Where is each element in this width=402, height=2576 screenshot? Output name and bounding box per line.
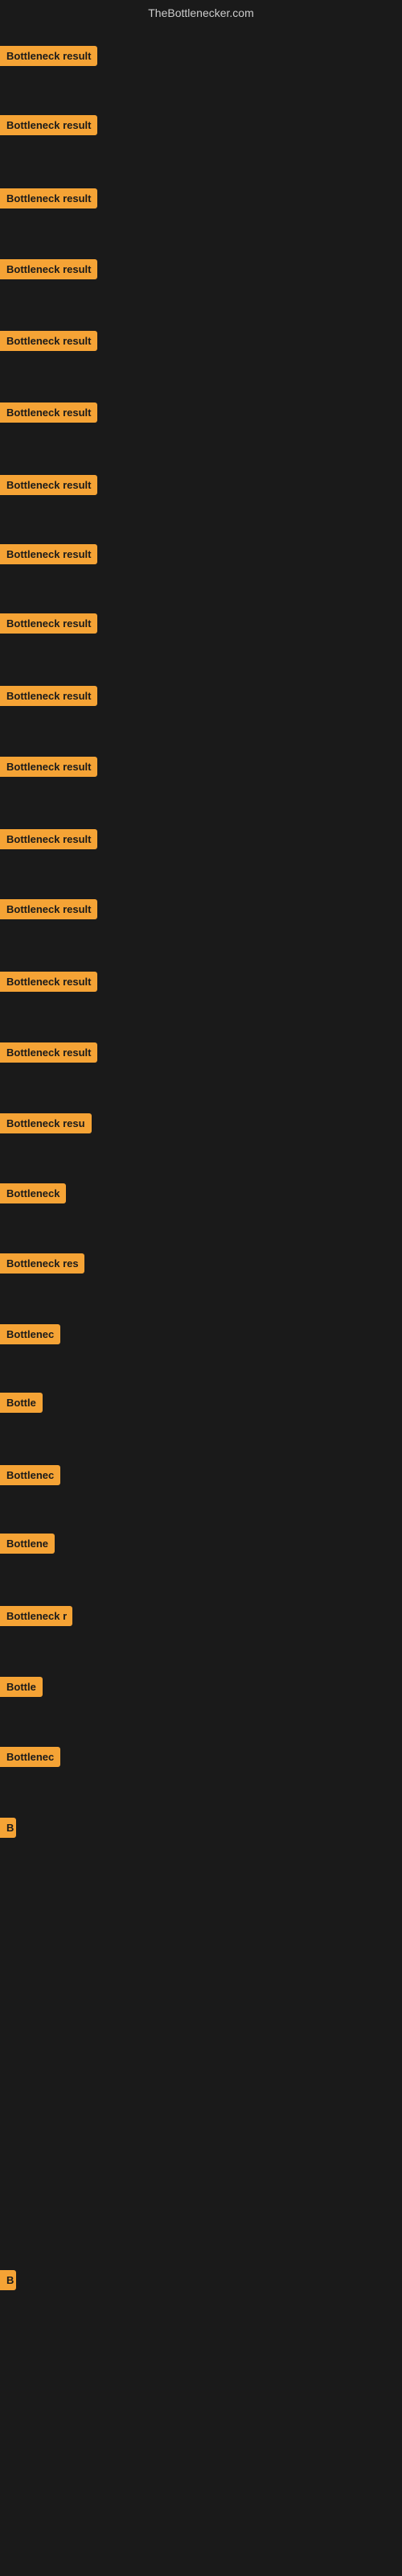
bottleneck-label-20: Bottle — [0, 1393, 43, 1413]
bottleneck-label-10: Bottleneck result — [0, 686, 97, 706]
bottleneck-label-23: Bottleneck r — [0, 1606, 72, 1626]
bottleneck-label-13: Bottleneck result — [0, 899, 97, 919]
bottleneck-label-9: Bottleneck result — [0, 613, 97, 634]
bottleneck-label-12: Bottleneck result — [0, 829, 97, 849]
bottleneck-label-16: Bottleneck resu — [0, 1113, 92, 1133]
bottleneck-label-29: B — [0, 2270, 16, 2290]
bottleneck-label-15: Bottleneck result — [0, 1042, 97, 1063]
bottleneck-label-7: Bottleneck result — [0, 475, 97, 495]
bottleneck-label-2: Bottleneck result — [0, 115, 97, 135]
bottleneck-label-21: Bottlenec — [0, 1465, 60, 1485]
bottleneck-label-22: Bottlene — [0, 1534, 55, 1554]
bottleneck-label-5: Bottleneck result — [0, 331, 97, 351]
bottleneck-label-17: Bottleneck — [0, 1183, 66, 1203]
bottleneck-label-24: Bottle — [0, 1677, 43, 1697]
site-title: TheBottlenecker.com — [148, 6, 254, 19]
bottleneck-label-1: Bottleneck result — [0, 46, 97, 66]
bottleneck-label-18: Bottleneck res — [0, 1253, 84, 1274]
bottleneck-label-14: Bottleneck result — [0, 972, 97, 992]
bottleneck-label-19: Bottlenec — [0, 1324, 60, 1344]
bottleneck-label-11: Bottleneck result — [0, 757, 97, 777]
bottleneck-label-8: Bottleneck result — [0, 544, 97, 564]
bottleneck-label-25: Bottlenec — [0, 1747, 60, 1767]
bottleneck-label-4: Bottleneck result — [0, 259, 97, 279]
bottleneck-label-26: B — [0, 1818, 16, 1838]
bottleneck-label-6: Bottleneck result — [0, 402, 97, 423]
bottleneck-label-3: Bottleneck result — [0, 188, 97, 208]
